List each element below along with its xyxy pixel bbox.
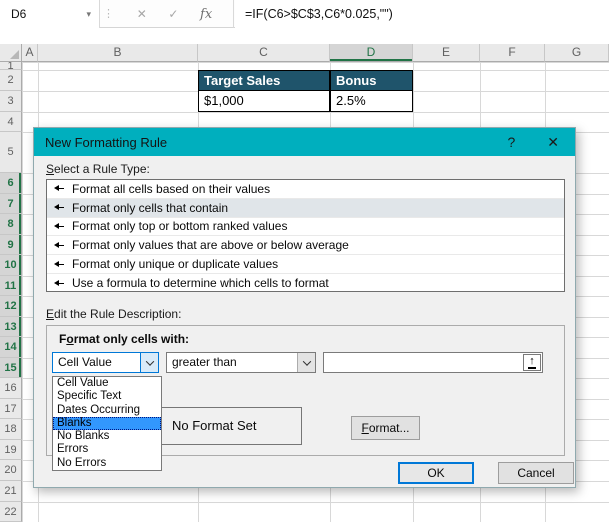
- rule-value-input[interactable]: [325, 354, 519, 371]
- condition-combo[interactable]: greater than: [166, 352, 316, 373]
- dropdown-option[interactable]: No Errors: [53, 457, 161, 470]
- range-selector-button[interactable]: ↑: [523, 354, 541, 371]
- rule-arrow-icon: [54, 203, 65, 212]
- rule-arrow-icon: [54, 241, 65, 250]
- cell-value-combo[interactable]: Cell Value: [52, 352, 159, 373]
- row-header-17[interactable]: 17: [0, 398, 22, 420]
- column-header-D[interactable]: D: [330, 44, 413, 62]
- row-header-1[interactable]: 1: [0, 62, 22, 70]
- ok-button[interactable]: OK: [398, 462, 474, 484]
- row-header-14[interactable]: 14: [0, 337, 22, 358]
- rule-type-item[interactable]: Format only unique or duplicate values: [47, 255, 564, 274]
- combo-dropdown-button[interactable]: [140, 353, 158, 372]
- chevron-down-icon: [302, 356, 311, 366]
- format-only-cells-label: Format only cells with:: [59, 332, 190, 346]
- rule-type-item[interactable]: Format only top or bottom ranked values: [47, 218, 564, 237]
- row-header-6[interactable]: 6: [0, 173, 22, 194]
- row-header-22[interactable]: 22: [0, 501, 22, 522]
- dropdown-option[interactable]: Specific Text: [53, 390, 161, 403]
- row-header-21[interactable]: 21: [0, 481, 22, 502]
- gridline: [22, 62, 609, 63]
- row-header-2[interactable]: 2: [0, 70, 22, 91]
- edit-rule-description-label: Edit the Rule Description:: [46, 307, 182, 321]
- row-header-18[interactable]: 18: [0, 419, 22, 440]
- preview-box: No Format Set: [161, 407, 302, 445]
- grid-cell-D2[interactable]: Bonus: [330, 70, 413, 91]
- dropdown-option[interactable]: Cell Value: [53, 377, 161, 390]
- dropdown-option[interactable]: No Blanks: [53, 430, 161, 443]
- row-header-9[interactable]: 9: [0, 234, 22, 256]
- dropdown-option-highlighted[interactable]: Blanks: [53, 416, 161, 431]
- gridline: [22, 112, 609, 113]
- rule-arrow-icon: [54, 260, 65, 269]
- row-header-4[interactable]: 4: [0, 112, 22, 132]
- gridline: [22, 62, 23, 522]
- column-header-A[interactable]: A: [22, 44, 38, 62]
- column-header-B[interactable]: B: [38, 44, 198, 62]
- format-button[interactable]: Format...: [351, 416, 420, 440]
- close-icon[interactable]: ✕: [547, 134, 559, 151]
- condition-combo-value: greater than: [172, 355, 237, 369]
- gridline: [22, 501, 609, 503]
- rule-arrow-icon: [54, 279, 65, 288]
- row-header-15[interactable]: 15: [0, 357, 22, 379]
- dialog-titlebar[interactable]: New Formatting Rule ? ✕: [34, 128, 575, 156]
- combo-dropdown-button[interactable]: [297, 353, 315, 372]
- column-header-F[interactable]: F: [480, 44, 545, 62]
- rule-type-list: Format all cells based on their values F…: [46, 179, 565, 292]
- row-header-7[interactable]: 7: [0, 193, 22, 215]
- rule-arrow-icon: [54, 184, 65, 193]
- preview-text: No Format Set: [172, 418, 257, 433]
- column-header-C[interactable]: C: [198, 44, 330, 62]
- chevron-down-icon: [145, 356, 154, 366]
- row-header-20[interactable]: 20: [0, 460, 22, 481]
- cell-value-dropdown-list: Cell Value Specific Text Dates Occurring…: [52, 376, 162, 472]
- row-header-5[interactable]: 5: [0, 132, 22, 173]
- row-header-19[interactable]: 19: [0, 439, 22, 461]
- new-formatting-rule-dialog: New Formatting Rule ? ✕ Select a Rule Ty…: [33, 127, 576, 488]
- row-header-10[interactable]: 10: [0, 255, 22, 276]
- cancel-button[interactable]: Cancel: [498, 462, 574, 484]
- dropdown-option[interactable]: Errors: [53, 443, 161, 456]
- row-header-13[interactable]: 13: [0, 316, 22, 338]
- grid-cell-D3[interactable]: 2.5%: [330, 91, 413, 112]
- select-all-corner[interactable]: [0, 44, 22, 62]
- row-header-16[interactable]: 16: [0, 378, 22, 399]
- grid-cell-C3[interactable]: $1,000: [198, 91, 330, 112]
- row-header-11[interactable]: 11: [0, 275, 22, 297]
- grid-cell-C2[interactable]: Target Sales: [198, 70, 330, 91]
- dropdown-option[interactable]: Dates Occurring: [53, 404, 161, 417]
- collapse-dialog-up-arrow-icon: ↑: [528, 355, 536, 369]
- help-icon[interactable]: ?: [507, 134, 515, 150]
- rule-type-item[interactable]: Use a formula to determine which cells t…: [47, 274, 564, 293]
- column-header-G[interactable]: G: [545, 44, 609, 62]
- rule-type-item-selected[interactable]: Format only cells that contain: [47, 198, 564, 218]
- cell-value-combo-value: Cell Value: [58, 355, 112, 369]
- row-header-8[interactable]: 8: [0, 214, 22, 235]
- rule-type-item[interactable]: Format only values that are above or bel…: [47, 236, 564, 256]
- rule-type-item[interactable]: Format all cells based on their values: [47, 180, 564, 199]
- rule-value-field: ↑: [323, 352, 543, 373]
- row-header-12[interactable]: 12: [0, 296, 22, 317]
- row-header-3[interactable]: 3: [0, 91, 22, 112]
- excel-window: D6 ▾ ⋮ ✕ ✓ fx =IF(C6>$C$3,C6*0.025,"") A…: [0, 0, 609, 522]
- column-header-E[interactable]: E: [413, 44, 480, 62]
- dialog-title: New Formatting Rule: [45, 134, 168, 150]
- select-rule-type-label: Select a Rule Type:: [46, 162, 150, 176]
- rule-arrow-icon: [54, 222, 65, 231]
